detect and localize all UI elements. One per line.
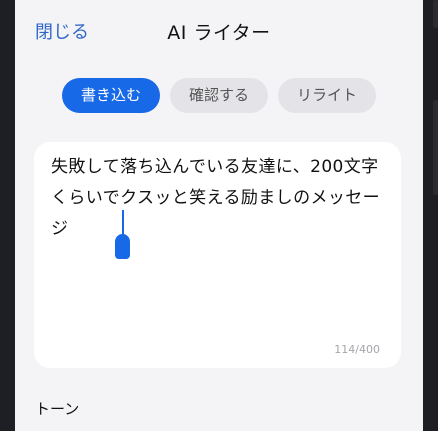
char-counter: 114/400 [334,343,380,356]
tab-write[interactable]: 書き込む [62,78,161,113]
tone-label: トーン [35,400,80,418]
prompt-input-card[interactable]: 失敗して落ち込んでいる友達に、200文字くらいでクスッと笑える励ましのメッセージ… [34,142,401,368]
ai-writer-screen: 閉じる AI ライター 書き込む 確認する リライト 失敗して落ち込んでいる友達… [15,0,423,431]
tab-check[interactable]: 確認する [170,78,269,113]
phone-side-button [433,100,438,195]
tab-rewrite[interactable]: リライト [278,78,377,113]
page-title: AI ライター [167,22,271,44]
mode-tabs: 書き込む 確認する リライト [62,78,377,113]
phone-side-button [433,0,438,28]
prompt-text[interactable]: 失敗して落ち込んでいる友達に、200文字くらいでクスッと笑える励ましのメッセージ [51,152,391,245]
cursor-handle[interactable] [115,234,130,259]
